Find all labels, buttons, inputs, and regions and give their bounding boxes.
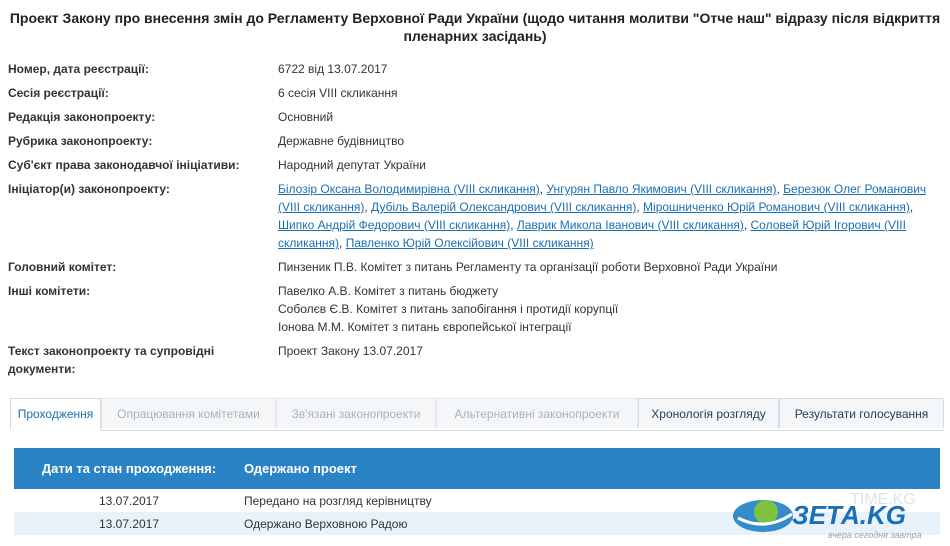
initiator-link[interactable]: Унгурян Павло Якимович (VIII скликання): [546, 182, 776, 196]
tab-bar: Проходження Опрацювання комітетами Зв'яз…: [10, 398, 944, 431]
initiators-list: Білозір Оксана Володимирівна (VIII склик…: [278, 182, 927, 250]
docs-label-text: Текст законопроекту та супровідні докуме…: [8, 344, 215, 376]
subject-label: Суб'єкт права законодавчої ініціативи:: [8, 158, 240, 172]
edition-row: Редакція законопроекту: Основний: [8, 108, 944, 126]
header-status: Одержано проект: [244, 461, 357, 476]
row-date: 13.07.2017: [98, 493, 160, 508]
main-committee-value: Пинзеник П.В. Комітет з питань Регламент…: [278, 260, 778, 274]
rubric-value: Державне будівництво: [278, 134, 405, 148]
tab-alternative-bills[interactable]: Альтернативні законопроекти: [436, 398, 638, 428]
session-value: 6 сесія VIII скликання: [278, 86, 398, 100]
committee-item: Соболєв Є.В. Комітет з питань запобіганн…: [278, 302, 619, 316]
row-status: Одержано Верховною Радою: [244, 516, 408, 531]
docs-label: Текст законопроекту та супровідні докуме…: [8, 342, 278, 378]
initiator-link[interactable]: Дубіль Валерій Олександрович (VIII склик…: [371, 200, 636, 214]
subject-row: Суб'єкт права законодавчої ініціативи: Н…: [8, 156, 944, 174]
initiators-label: Ініціатор(и) законопроекту:: [8, 182, 170, 196]
zeta-logo-graphic: TIME.KG ЗЕТА.KG вчера сегодня завтра: [733, 491, 922, 540]
initiator-link[interactable]: Мірошниченко Юрій Романович (VIII склика…: [643, 200, 910, 214]
rubric-label: Рубрика законопроекту:: [8, 134, 153, 148]
page-title: Проект Закону про внесення змін до Регла…: [9, 10, 941, 44]
tab-progress[interactable]: Проходження: [10, 398, 101, 431]
tab-linked-bills[interactable]: Зв'язані законопроекти: [276, 398, 436, 428]
committee-item: Іонова М.М. Комітет з питань європейсько…: [278, 320, 572, 334]
docs-row: Текст законопроекту та супровідні докуме…: [8, 342, 944, 378]
other-committees-list: Павелко А.В. Комітет з питань бюджету Со…: [278, 282, 944, 336]
initiator-link[interactable]: Шипко Андрій Федорович (VIII скликання): [278, 218, 510, 232]
initiator-link[interactable]: Павленко Юрій Олексійович (VIII скликанн…: [346, 236, 594, 250]
row-date: 13.07.2017: [98, 516, 160, 531]
reg-row: Номер, дата реєстрації: 6722 від 13.07.2…: [8, 60, 944, 78]
rubric-row: Рубрика законопроекту: Державне будівниц…: [8, 132, 944, 150]
globe-icon: [733, 500, 793, 532]
reg-value: 6722 від 13.07.2017: [278, 62, 388, 76]
main-committee-label: Головний комітет:: [8, 260, 117, 274]
edition-value: Основний: [278, 110, 334, 124]
initiators-row: Ініціатор(и) законопроекту: Білозір Окса…: [8, 180, 944, 252]
main-committee-row: Головний комітет: Пинзеник П.В. Комітет …: [8, 258, 944, 276]
zeta-logo: TIME.KG ЗЕТА.KG вчера сегодня завтра: [730, 488, 950, 543]
other-committees-row: Інші комітети: Павелко А.В. Комітет з пи…: [8, 282, 944, 336]
bill-info: Номер, дата реєстрації: 6722 від 13.07.2…: [8, 60, 944, 384]
initiator-link[interactable]: Лаврик Микола Іванович (VIII скликання): [517, 218, 744, 232]
logo-text: ЗЕТА.KG: [792, 500, 906, 530]
reg-label: Номер, дата реєстрації:: [8, 62, 149, 76]
header-date: Дати та стан проходження:: [41, 461, 217, 476]
tab-committee-processing[interactable]: Опрацювання комітетами: [101, 398, 276, 428]
row-status: Передано на розгляд керівництву: [244, 493, 432, 508]
initiator-link[interactable]: Білозір Оксана Володимирівна (VIII склик…: [278, 182, 540, 196]
tab-chronology[interactable]: Хронологія розгляду: [638, 398, 779, 428]
session-row: Сесія реєстрації: 6 сесія VIII скликання: [8, 84, 944, 102]
edition-label: Редакція законопроекту:: [8, 110, 156, 124]
logo-slogan: вчера сегодня завтра: [828, 530, 922, 540]
subject-value: Народний депутат України: [278, 158, 426, 172]
committee-item: Павелко А.В. Комітет з питань бюджету: [278, 284, 499, 298]
tab-voting-results[interactable]: Результати голосування: [779, 398, 944, 428]
docs-value: Проект Закону 13.07.2017: [278, 344, 423, 358]
other-committees-label: Інші комітети:: [8, 284, 91, 298]
table-header: Дати та стан проходження: Одержано проек…: [14, 448, 940, 489]
session-label: Сесія реєстрації:: [8, 86, 109, 100]
